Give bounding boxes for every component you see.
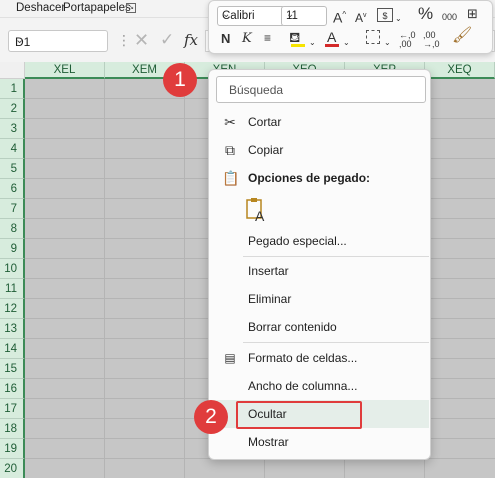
font-color-swatch	[325, 44, 339, 47]
menu-item-label: Pegado especial...	[248, 234, 347, 248]
menu-item-column-width[interactable]: Ancho de columna...	[210, 372, 429, 400]
fill-color-icon[interactable]: ⛾	[289, 30, 300, 44]
menu-item-clear-contents[interactable]: Borrar contenido	[210, 313, 429, 341]
bold-icon[interactable]: N	[221, 32, 230, 46]
format-cells-icon: ▤	[224, 351, 236, 365]
row-header[interactable]: 19	[0, 439, 25, 459]
menu-item-delete[interactable]: Eliminar	[210, 285, 429, 313]
borders-icon[interactable]	[366, 30, 380, 44]
chevron-down-icon[interactable]: ⌄	[309, 36, 316, 50]
row-header[interactable]: 6	[0, 179, 25, 199]
menu-item-label: Borrar contenido	[248, 320, 337, 334]
enter-icon[interactable]: ✓	[160, 30, 174, 50]
search-placeholder: Búsqueda	[229, 83, 284, 97]
more-icon: ⋮	[117, 32, 131, 48]
row-header[interactable]: 17	[0, 399, 25, 419]
menu-separator	[243, 342, 429, 343]
row-header[interactable]: 18	[0, 419, 25, 439]
chevron-down-icon[interactable]: ⌄	[343, 36, 350, 50]
menu-item-label: Ancho de columna...	[248, 379, 358, 393]
chevron-down-icon[interactable]: ⌄	[384, 36, 391, 50]
step-badge-1: 1	[163, 63, 197, 97]
dialog-launcher-icon[interactable]: ↘	[126, 3, 136, 13]
menu-item-label: Insertar	[248, 264, 289, 278]
cancel-icon[interactable]: ✕	[134, 30, 149, 51]
menu-item-unhide[interactable]: Mostrar	[210, 428, 429, 456]
row-header[interactable]: 10	[0, 259, 25, 279]
paste-options-header: 📋 Opciones de pegado:	[210, 164, 429, 192]
row-header[interactable]: 1	[0, 79, 25, 99]
menu-item-label: Copiar	[248, 143, 284, 157]
chevron-down-icon[interactable]: ⌄	[286, 9, 323, 20]
row-header[interactable]: 2	[0, 99, 25, 119]
svg-text:A: A	[255, 208, 265, 224]
clipboard-group-label[interactable]: Portapapeles	[63, 2, 131, 14]
row-header[interactable]: 7	[0, 199, 25, 219]
column-header[interactable]: XEL	[25, 62, 105, 79]
increase-font-icon[interactable]: A^	[333, 8, 346, 25]
row-header[interactable]: 13	[0, 319, 25, 339]
name-box[interactable]: D1 ⌄	[8, 30, 108, 52]
row-header[interactable]: 8	[0, 219, 25, 239]
font-color-icon[interactable]: A	[327, 30, 336, 44]
row-header[interactable]: 20	[0, 459, 25, 478]
menu-item-label: Formato de celdas...	[248, 351, 358, 365]
chevron-down-icon[interactable]: ⌄	[222, 9, 281, 20]
mini-toolbar: Calibri ⌄ 11 ⌄ A^ Av $ ⌄ % 000 ⊞ N K ≡ ⛾…	[208, 0, 493, 54]
fill-color-swatch	[291, 44, 305, 47]
format-painter-icon-top[interactable]: ⊞	[467, 7, 478, 21]
column-header[interactable]: XEQ	[425, 62, 495, 79]
menu-item-format-cells[interactable]: ▤ Formato de celdas...	[210, 344, 429, 372]
menu-item-paste-special[interactable]: Pegado especial...	[210, 227, 429, 255]
chevron-down-icon[interactable]: ⌄	[15, 33, 101, 46]
paste-icon: A	[246, 198, 265, 224]
step-badge-2: 2	[194, 400, 228, 434]
decrease-font-icon[interactable]: Av	[355, 9, 367, 25]
number-format-icon[interactable]: $	[377, 8, 393, 22]
search-input[interactable]: Búsqueda	[216, 76, 426, 103]
percent-icon[interactable]: %	[418, 5, 433, 22]
chevron-down-icon[interactable]: ⌄	[395, 12, 402, 26]
thousands-separator-icon[interactable]: 000	[442, 10, 457, 24]
row-header[interactable]: 4	[0, 139, 25, 159]
row-header[interactable]: 3	[0, 119, 25, 139]
italic-icon[interactable]: K	[242, 32, 252, 46]
decrease-decimal-icon[interactable]: ,00 →,0	[423, 31, 440, 49]
highlight-box	[236, 401, 362, 429]
menu-item-label: Mostrar	[248, 435, 289, 449]
increase-decimal-icon[interactable]: ←,0,00	[399, 31, 416, 49]
row-header[interactable]: 16	[0, 379, 25, 399]
row-header[interactable]: 5	[0, 159, 25, 179]
row-header[interactable]: 15	[0, 359, 25, 379]
select-all-corner[interactable]	[0, 62, 25, 79]
menu-item-cut[interactable]: ✂ Cortar	[210, 108, 429, 136]
paste-button[interactable]: A	[245, 196, 269, 224]
insert-function-icon[interactable]: fx	[184, 31, 198, 49]
menu-item-label: Cortar	[248, 115, 282, 129]
scissors-icon: ✂	[224, 114, 236, 130]
format-painter-icon[interactable]: 🖌	[452, 28, 472, 44]
menu-item-label: Eliminar	[248, 292, 292, 306]
copy-icon: ⧉	[225, 142, 235, 158]
clipboard-icon: 📋	[222, 170, 240, 186]
row-header[interactable]: 14	[0, 339, 25, 359]
undo-group-label[interactable]: Deshacer	[16, 2, 65, 14]
align-center-icon[interactable]: ≡	[264, 31, 271, 45]
font-name-select[interactable]: Calibri ⌄	[217, 6, 285, 26]
row-header[interactable]: 12	[0, 299, 25, 319]
menu-item-insert[interactable]: Insertar	[210, 257, 429, 285]
menu-item-copy[interactable]: ⧉ Copiar	[210, 136, 429, 164]
row-header[interactable]: 11	[0, 279, 25, 299]
row-header[interactable]: 9	[0, 239, 25, 259]
font-size-select[interactable]: 11 ⌄	[281, 6, 327, 26]
menu-section-label: Opciones de pegado:	[248, 171, 371, 185]
